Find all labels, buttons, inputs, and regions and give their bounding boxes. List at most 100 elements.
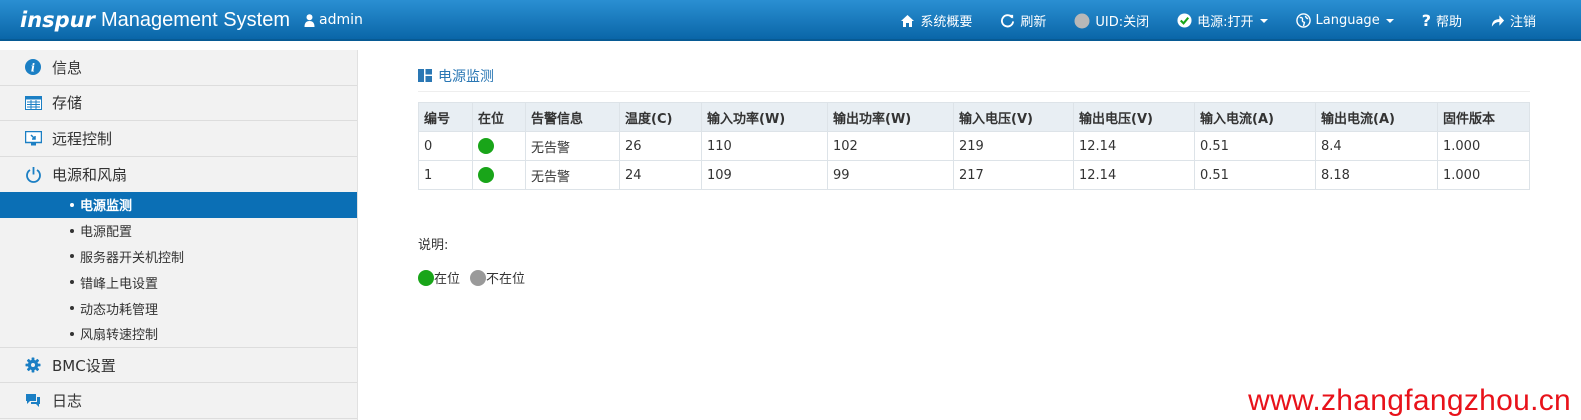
subitem-label: 电源配置 <box>80 225 133 241</box>
subitem-label: 服务器开关机控制 <box>80 250 185 266</box>
table-cell <box>472 160 526 190</box>
absent-status-icon <box>470 269 487 286</box>
sidebar-subitem-fan-speed[interactable]: 风扇转速控制 <box>0 321 357 347</box>
bullet <box>70 280 74 285</box>
table-cell: 12.14 <box>1073 160 1195 190</box>
bullet <box>70 331 74 336</box>
sidebar-item-label: 电源和风扇 <box>52 165 128 184</box>
nav-language[interactable]: Language <box>1282 0 1408 41</box>
table-cell: 0 <box>418 131 473 161</box>
table-cell: 0.51 <box>1194 160 1316 190</box>
inspur-logo: inspur <box>20 8 95 32</box>
nav-label: 系统概要 <box>920 15 973 30</box>
brand: inspur Management System admin <box>20 5 363 35</box>
column-header: 输入电流(A) <box>1194 102 1316 132</box>
column-header: 温度(C) <box>619 102 702 132</box>
sidebar-subitem-power-config[interactable]: 电源配置 <box>0 218 357 244</box>
column-header: 输出功率(W) <box>827 102 954 132</box>
column-header: 编号 <box>418 102 473 132</box>
present-status-icon <box>418 269 434 286</box>
nav-system-overview[interactable]: 系统概要 <box>886 0 986 41</box>
user-menu[interactable]: admin <box>304 12 363 28</box>
gear-icon <box>23 355 43 375</box>
sidebar-subitem-staggered-power-on[interactable]: 错峰上电设置 <box>0 269 357 295</box>
sidebar-item-bmc-settings[interactable]: BMC设置 <box>0 348 357 384</box>
nav-uid[interactable]: UID:关闭 <box>1060 0 1163 41</box>
column-header: 固件版本 <box>1437 102 1530 132</box>
table-cell: 12.14 <box>1073 131 1195 161</box>
page-header: 电源监测 <box>418 60 1530 92</box>
nav-label: 刷新 <box>1020 15 1047 30</box>
username: admin <box>318 12 363 28</box>
nav-label: Language <box>1315 13 1380 28</box>
nav-refresh[interactable]: 刷新 <box>986 0 1060 41</box>
dashboard-icon <box>418 69 432 82</box>
sidebar-item-remote-control[interactable]: 远程控制 <box>0 121 357 157</box>
table-cell: 217 <box>953 160 1074 190</box>
table-cell: 1.000 <box>1437 131 1530 161</box>
sidebar-item-info[interactable]: i 信息 <box>0 50 357 86</box>
log-icon <box>23 391 43 411</box>
top-nav: 系统概要 刷新 UID:关闭 电源:打开 Language ? 帮助 注销 <box>886 0 1581 41</box>
present-status-icon <box>478 138 494 154</box>
table-cell: 无告警 <box>525 131 620 161</box>
refresh-icon <box>1000 13 1015 28</box>
top-bar: inspur Management System admin 系统概要 刷新 U… <box>0 0 1581 41</box>
sidebar-subitem-power-monitor[interactable]: 电源监测 <box>0 192 357 218</box>
bullet <box>70 254 74 259</box>
power-icon <box>23 164 43 184</box>
power-fan-submenu: 电源监测 电源配置 服务器开关机控制 错峰上电设置 动态功耗管理 风扇转速控制 <box>0 192 357 348</box>
table-header-row: 编号 在位 告警信息 温度(C) 输入功率(W) 输出功率(W) 输入电压(V)… <box>418 102 1530 132</box>
bullet <box>70 202 74 207</box>
storage-icon <box>23 93 43 113</box>
app-title: Management System <box>101 8 290 31</box>
globe-icon <box>1295 13 1311 28</box>
sidebar: i 信息 存储 远程控制 电源和风扇 电源监测 电源配置 服务器开关机控制 错峰… <box>0 50 358 420</box>
table-cell: 26 <box>619 131 702 161</box>
chevron-down-icon <box>1259 18 1268 23</box>
main-content: 电源监测 编号 在位 告警信息 温度(C) 输入功率(W) 输出功率(W) 输入… <box>418 60 1530 287</box>
info-icon: i <box>23 57 43 77</box>
power-supply-table: 编号 在位 告警信息 温度(C) 输入功率(W) 输出功率(W) 输入电压(V)… <box>418 102 1530 190</box>
nav-logout[interactable]: 注销 <box>1476 0 1581 41</box>
table-cell: 109 <box>701 160 828 190</box>
table-cell: 1.000 <box>1437 160 1530 190</box>
user-icon <box>304 13 315 27</box>
chevron-down-icon <box>1385 18 1394 23</box>
table-cell <box>472 131 526 161</box>
legend-present: 在位 <box>418 268 460 287</box>
table-row: 0 无告警 26 110 102 219 12.14 0.51 8.4 1.00… <box>418 131 1530 161</box>
table-cell: 0.51 <box>1194 131 1316 161</box>
home-icon <box>900 14 915 28</box>
legend-label: 在位 <box>434 272 461 287</box>
nav-label: 帮助 <box>1435 15 1462 30</box>
present-status-icon <box>478 167 494 183</box>
sidebar-item-power-fan[interactable]: 电源和风扇 <box>0 157 357 193</box>
nav-label: UID:关闭 <box>1095 15 1150 30</box>
column-header: 告警信息 <box>525 102 620 132</box>
sidebar-subitem-dynamic-power[interactable]: 动态功耗管理 <box>0 295 357 321</box>
table-cell: 99 <box>827 160 954 190</box>
nav-power[interactable]: 电源:打开 <box>1163 0 1281 41</box>
svg-text:i: i <box>31 62 35 75</box>
sidebar-item-log[interactable]: 日志 <box>0 383 357 419</box>
table-cell: 24 <box>619 160 702 190</box>
sidebar-item-label: 存储 <box>52 94 83 113</box>
table-cell: 1 <box>418 160 473 190</box>
sidebar-item-label: 远程控制 <box>52 129 113 148</box>
nav-help[interactable]: ? 帮助 <box>1408 0 1476 41</box>
table-cell: 8.18 <box>1315 160 1438 190</box>
table-cell: 102 <box>827 131 954 161</box>
table-cell: 无告警 <box>525 160 620 190</box>
subitem-label: 电源监测 <box>80 199 133 215</box>
sidebar-item-label: BMC设置 <box>52 356 116 375</box>
sidebar-item-storage[interactable]: 存储 <box>0 86 357 121</box>
sidebar-subitem-power-control[interactable]: 服务器开关机控制 <box>0 244 357 270</box>
column-header: 输出电压(V) <box>1073 102 1195 132</box>
sidebar-item-label: 信息 <box>52 58 83 77</box>
table-cell: 219 <box>953 131 1074 161</box>
legend-absent: 不在位 <box>470 268 525 287</box>
column-header: 输出电流(A) <box>1315 102 1438 132</box>
bullet <box>70 228 74 233</box>
bullet <box>70 306 74 311</box>
